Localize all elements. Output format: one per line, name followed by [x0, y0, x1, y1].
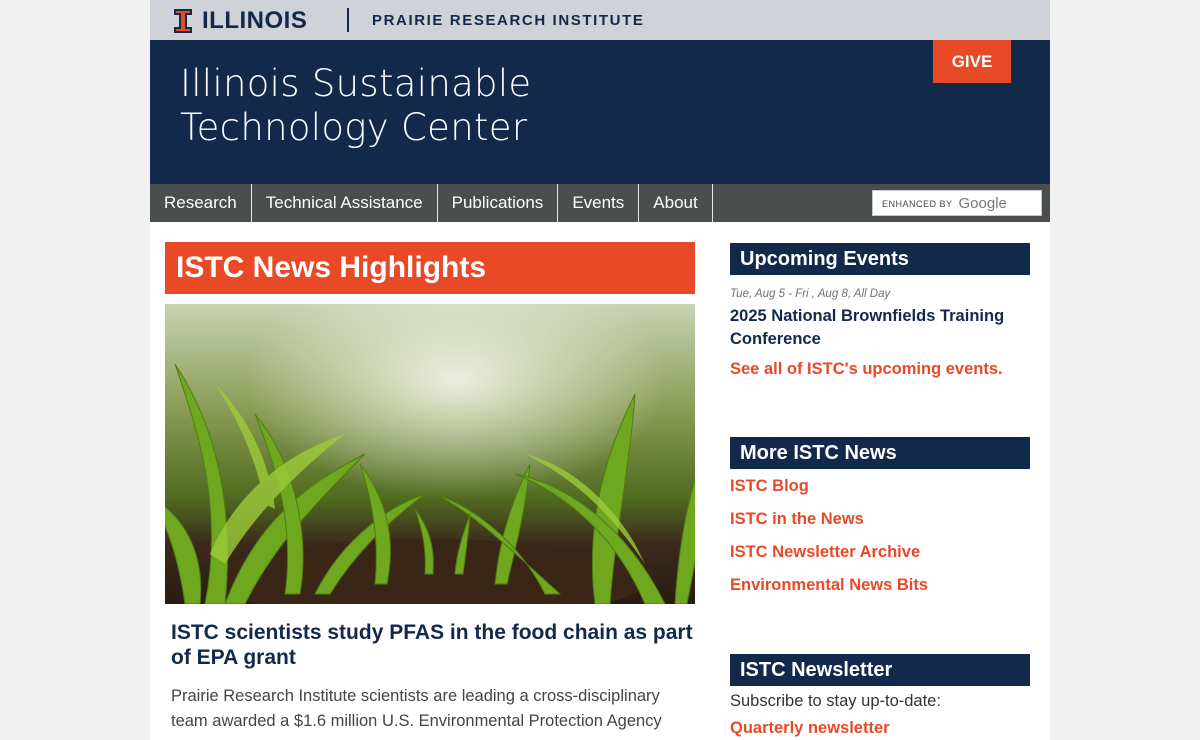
main-nav: Research Technical Assistance Publicatio… [150, 184, 1050, 222]
event-title-link[interactable]: 2025 National Brownfields Training Confe… [730, 305, 1030, 351]
link-environmental-news-bits[interactable]: Environmental News Bits [730, 573, 1030, 597]
site-title-line-1: Illinois Sustainable [180, 62, 532, 105]
newsletter-heading: ISTC Newsletter [730, 654, 1030, 686]
more-news-links: ISTC Blog ISTC in the News ISTC Newslett… [730, 474, 1030, 597]
nav-item-publications[interactable]: Publications [438, 184, 559, 222]
page: ILLINOIS PRAIRIE RESEARCH INSTITUTE Illi… [150, 0, 1050, 740]
wordmark-divider [347, 8, 349, 32]
search-enhanced-label: ENHANCED BY [882, 199, 953, 209]
site-banner: Illinois Sustainable Technology Center G… [150, 40, 1050, 184]
corn-seedlings-image[interactable] [165, 304, 695, 604]
link-newsletter-archive[interactable]: ISTC Newsletter Archive [730, 540, 1030, 564]
block-i-icon[interactable] [174, 9, 192, 33]
quarterly-newsletter-link[interactable]: Quarterly newsletter [730, 719, 1030, 738]
more-news-heading: More ISTC News [730, 437, 1030, 469]
give-button[interactable]: GIVE [933, 40, 1011, 83]
nav-item-events[interactable]: Events [558, 184, 640, 222]
upcoming-events-heading: Upcoming Events [730, 243, 1030, 275]
see-all-events-link[interactable]: See all of ISTC′s upcoming events. [730, 360, 1030, 379]
site-title-line-2: Technology Center [180, 106, 528, 149]
google-brand: Google [958, 194, 1007, 212]
article-title[interactable]: ISTC scientists study PFAS in the food c… [165, 620, 695, 670]
link-istc-blog[interactable]: ISTC Blog [730, 474, 1030, 498]
site-title[interactable]: Illinois Sustainable Technology Center [180, 62, 531, 150]
more-news-section: More ISTC News ISTC Blog ISTC in the New… [730, 437, 1030, 597]
campus-bar: ILLINOIS PRAIRIE RESEARCH INSTITUTE [150, 0, 1050, 40]
sidebar: Upcoming Events Tue, Aug 5 - Fri , Aug 8… [730, 243, 1030, 738]
article-summary: Prairie Research Institute scientists ar… [171, 687, 662, 730]
nav-item-technical-assistance[interactable]: Technical Assistance [252, 184, 438, 222]
nav-item-research[interactable]: Research [150, 184, 252, 222]
event-date: Tue, Aug 5 - Fri , Aug 8, All Day [730, 288, 891, 300]
institute-name[interactable]: PRAIRIE RESEARCH INSTITUTE [372, 12, 644, 29]
nav-item-about[interactable]: About [639, 184, 713, 222]
subscribe-text: Subscribe to stay up-to-date: [730, 692, 941, 710]
news-column: ISTC News Highlights ISTC scientists stu… [165, 242, 695, 734]
news-highlights-heading: ISTC News Highlights [165, 242, 695, 294]
newsletter-section: ISTC Newsletter Subscribe to stay up-to-… [730, 654, 1030, 738]
link-istc-in-the-news[interactable]: ISTC in the News [730, 507, 1030, 531]
search-input[interactable]: ENHANCED BY Google [872, 190, 1042, 216]
university-wordmark[interactable]: ILLINOIS [202, 7, 307, 35]
